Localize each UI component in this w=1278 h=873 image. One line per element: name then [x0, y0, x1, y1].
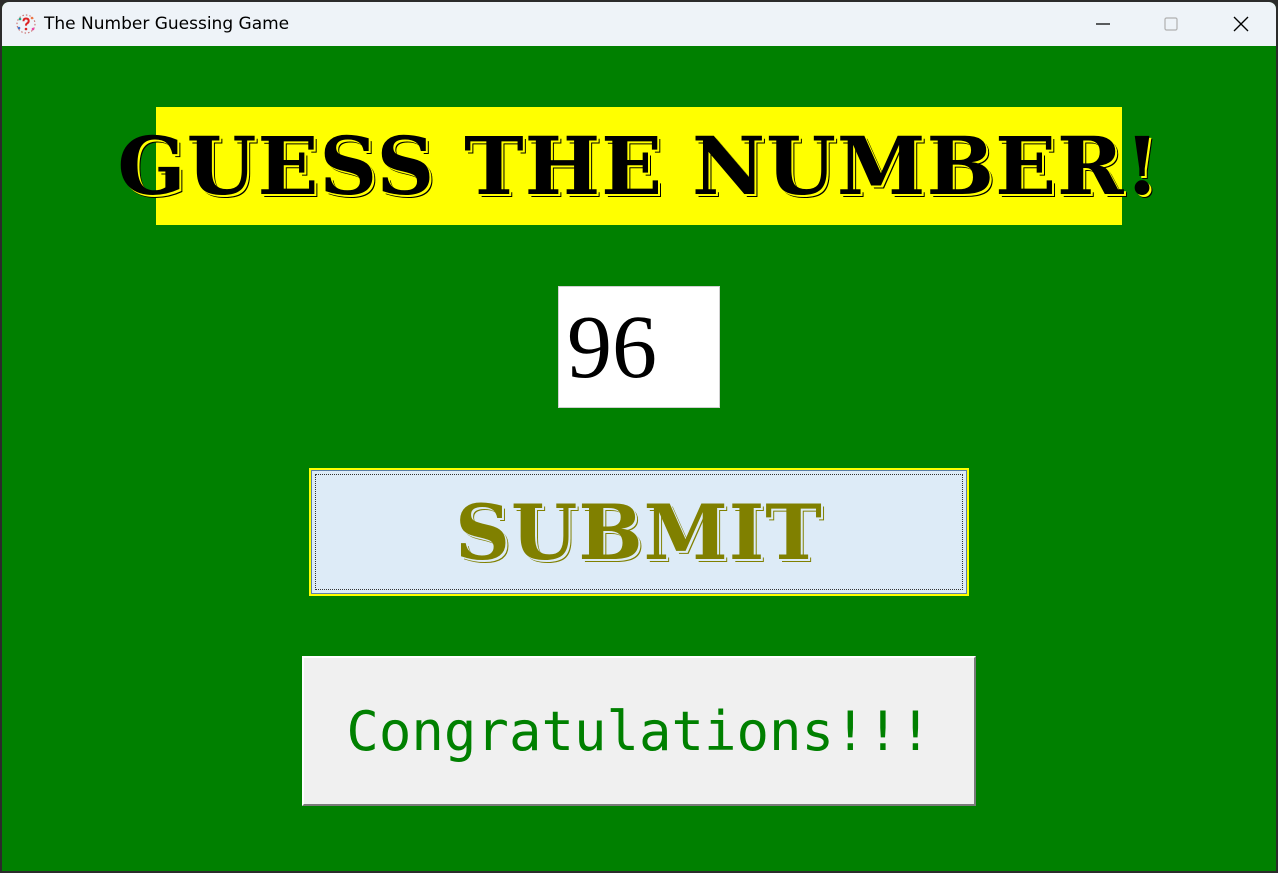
close-icon	[1233, 16, 1249, 32]
close-button[interactable]	[1209, 2, 1273, 46]
maximize-icon	[1164, 17, 1178, 31]
guess-input[interactable]	[558, 286, 720, 408]
submit-button-face[interactable]: SUBMIT	[311, 470, 967, 594]
game-panel: GUESS THE NUMBER! SUBMIT Congratulations…	[2, 46, 1276, 871]
title-bar[interactable]: The Number Guessing Game	[2, 2, 1276, 46]
game-heading: GUESS THE NUMBER!	[117, 107, 1160, 225]
minimize-icon	[1096, 23, 1110, 25]
submit-button[interactable]: SUBMIT	[309, 468, 969, 596]
app-window: The Number Guessing Game GUESS THE NUMBE…	[2, 2, 1276, 871]
maximize-button[interactable]	[1139, 2, 1203, 46]
minimize-button[interactable]	[1071, 2, 1135, 46]
result-message: Congratulations!!!	[346, 699, 932, 763]
window-title: The Number Guessing Game	[44, 14, 290, 34]
question-mark-dots-icon	[15, 13, 37, 35]
submit-label: SUBMIT	[455, 487, 823, 577]
result-label: Congratulations!!!	[302, 656, 976, 806]
